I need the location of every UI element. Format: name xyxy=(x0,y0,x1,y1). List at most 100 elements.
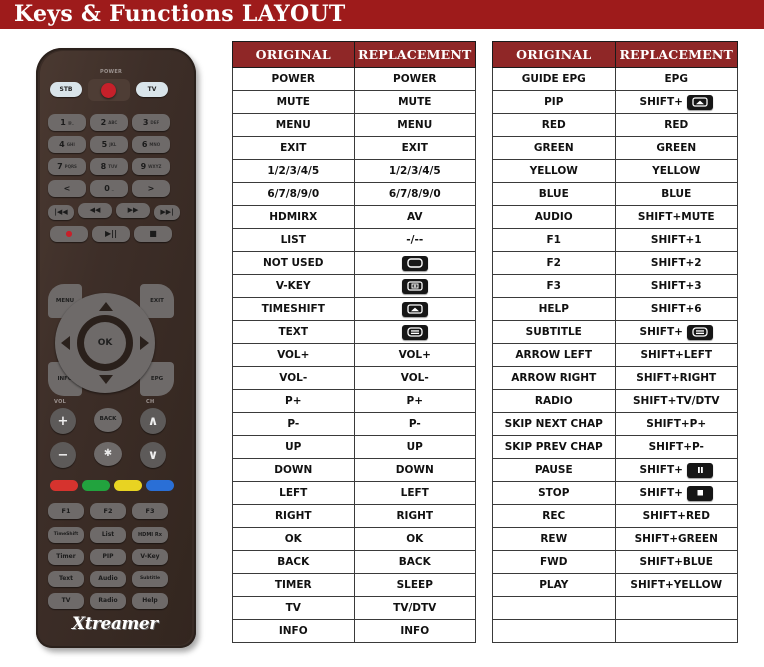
key-5[interactable]: 5 JKL xyxy=(90,136,128,153)
cell-replacement: SHIFT+MUTE xyxy=(614,205,738,229)
key-0[interactable]: 0 _ xyxy=(90,180,128,197)
f2-button[interactable]: F2 xyxy=(90,503,126,519)
list-button[interactable]: List xyxy=(90,527,126,543)
cell-replacement-text: SHIFT+ xyxy=(639,464,683,476)
key-8-label: 8 xyxy=(100,161,107,171)
power-button[interactable] xyxy=(101,83,116,98)
key-8[interactable]: 8 TUV xyxy=(90,158,128,175)
key-1-label: 1 xyxy=(60,117,66,127)
help-button[interactable]: Help xyxy=(132,593,168,609)
cell-replacement-text: 6/7/8/9/0 xyxy=(388,188,441,200)
key-2-sub: ABC xyxy=(108,119,118,125)
key-3[interactable]: 3 DEF xyxy=(132,114,170,131)
cell-replacement-text: 1/2/3/4/5 xyxy=(388,165,441,177)
tv-button[interactable]: TV xyxy=(48,593,84,609)
dpad-down-icon[interactable] xyxy=(99,375,113,384)
table-row: POWER POWER xyxy=(232,67,476,91)
table-row: 6/7/8/9/0 6/7/8/9/0 xyxy=(232,182,476,206)
forward-button[interactable]: ▶▶ xyxy=(116,203,150,218)
cell-replacement: BLUE xyxy=(614,182,738,206)
dpad-left-icon[interactable] xyxy=(61,336,70,350)
text-button[interactable]: Text xyxy=(48,571,84,587)
mute-button[interactable]: ✱ xyxy=(94,442,122,466)
screen-text-icon xyxy=(686,324,713,340)
skip-prev-button[interactable]: |◀◀ xyxy=(48,205,74,220)
cell-original-text: HELP xyxy=(538,303,569,315)
cell-original: F3 xyxy=(492,274,616,298)
key-next[interactable]: > xyxy=(132,180,170,197)
table-row: TIMER SLEEP xyxy=(232,573,476,597)
channel-up-button[interactable]: ∧ xyxy=(140,408,166,434)
timeshift-button[interactable]: TimeShift xyxy=(48,527,84,543)
cell-original: EXIT xyxy=(232,136,355,160)
screen-text-icon xyxy=(401,324,428,340)
dpad-up-icon[interactable] xyxy=(99,302,113,311)
cell-replacement: AV xyxy=(353,205,476,229)
key-2[interactable]: 2 ABC xyxy=(90,114,128,131)
cell-replacement: VOL- xyxy=(353,366,476,390)
channel-down-button[interactable]: ∨ xyxy=(140,442,166,468)
cell-replacement-text: SHIFT+3 xyxy=(650,280,702,292)
cell-replacement: SHIFT+LEFT xyxy=(614,343,738,367)
key-6[interactable]: 6 MNO xyxy=(132,136,170,153)
color-key-green[interactable] xyxy=(82,480,110,491)
cell-replacement-text: SHIFT+P- xyxy=(648,441,704,453)
cell-replacement-text: YELLOW xyxy=(652,165,701,177)
cell-original-text: AUDIO xyxy=(534,211,573,223)
dpad-right-icon[interactable] xyxy=(140,336,149,350)
key-prev[interactable]: < xyxy=(48,180,86,197)
cell-original: TV xyxy=(232,596,355,620)
cell-replacement: SHIFT+ xyxy=(614,320,738,344)
cell-replacement-text: -/-- xyxy=(406,234,424,246)
play-pause-button[interactable]: ▶|| xyxy=(92,226,130,242)
color-key-red[interactable] xyxy=(50,480,78,491)
key-7[interactable]: 7 PQRS xyxy=(48,158,86,175)
table-row: VOL+ VOL+ xyxy=(232,343,476,367)
key-4[interactable]: 4 GHI xyxy=(48,136,86,153)
f3-button[interactable]: F3 xyxy=(132,503,168,519)
skip-next-button[interactable]: ▶▶| xyxy=(154,205,180,220)
cell-replacement-text: SHIFT+2 xyxy=(650,257,702,269)
table-row: INFO INFO xyxy=(232,619,476,643)
cell-replacement: VOL+ xyxy=(353,343,476,367)
cell-replacement: SHIFT+P+ xyxy=(614,412,738,436)
rewind-button[interactable]: ◀◀ xyxy=(78,203,112,218)
cell-original-text: TEXT xyxy=(278,326,309,338)
cell-replacement: SHIFT+ xyxy=(614,481,738,505)
radio-button[interactable]: Radio xyxy=(90,593,126,609)
audio-button[interactable]: Audio xyxy=(90,571,126,587)
v-key-button[interactable]: V-Key xyxy=(132,549,168,565)
cell-original: PLAY xyxy=(492,573,616,597)
timer-button[interactable]: Timer xyxy=(48,549,84,565)
table-row: P- P- xyxy=(232,412,476,436)
pip-button[interactable]: PIP xyxy=(90,549,126,565)
table-row: NOT USED xyxy=(232,251,476,275)
key-9[interactable]: 9 WXYZ xyxy=(132,158,170,175)
key-0-label: 0 xyxy=(104,183,110,193)
color-key-yellow[interactable] xyxy=(114,480,142,491)
cell-replacement-text: LEFT xyxy=(400,487,429,499)
record-button[interactable]: ● xyxy=(50,226,88,242)
color-key-blue[interactable] xyxy=(146,480,174,491)
stop-button[interactable]: ■ xyxy=(134,226,172,242)
table-row: MENU MENU xyxy=(232,113,476,137)
cell-original: MENU xyxy=(232,113,355,137)
cell-replacement: RED xyxy=(614,113,738,137)
cell-original-text: LIST xyxy=(280,234,306,246)
volume-down-button[interactable]: − xyxy=(50,442,76,468)
tv-source-button[interactable]: TV xyxy=(136,82,168,97)
subtitle-button[interactable]: Subtitle xyxy=(132,571,168,587)
volume-up-button[interactable]: + xyxy=(50,408,76,434)
key-1[interactable]: 1 @_ xyxy=(48,114,86,131)
hdmi-rx-button[interactable]: HDMI Rx xyxy=(132,527,168,543)
key-6-sub: MNO xyxy=(149,141,161,147)
back-button[interactable]: BACK xyxy=(94,408,122,432)
cell-replacement: SHIFT+BLUE xyxy=(614,550,738,574)
ok-button[interactable]: OK xyxy=(84,322,126,364)
key-9-sub: WXYZ xyxy=(148,163,162,169)
remote-power-label: POWER xyxy=(100,69,123,75)
f1-button[interactable]: F1 xyxy=(48,503,84,519)
cell-replacement: SHIFT+GREEN xyxy=(614,527,738,551)
stb-button[interactable]: STB xyxy=(50,82,82,97)
cell-replacement-text: SHIFT+ xyxy=(639,326,683,338)
